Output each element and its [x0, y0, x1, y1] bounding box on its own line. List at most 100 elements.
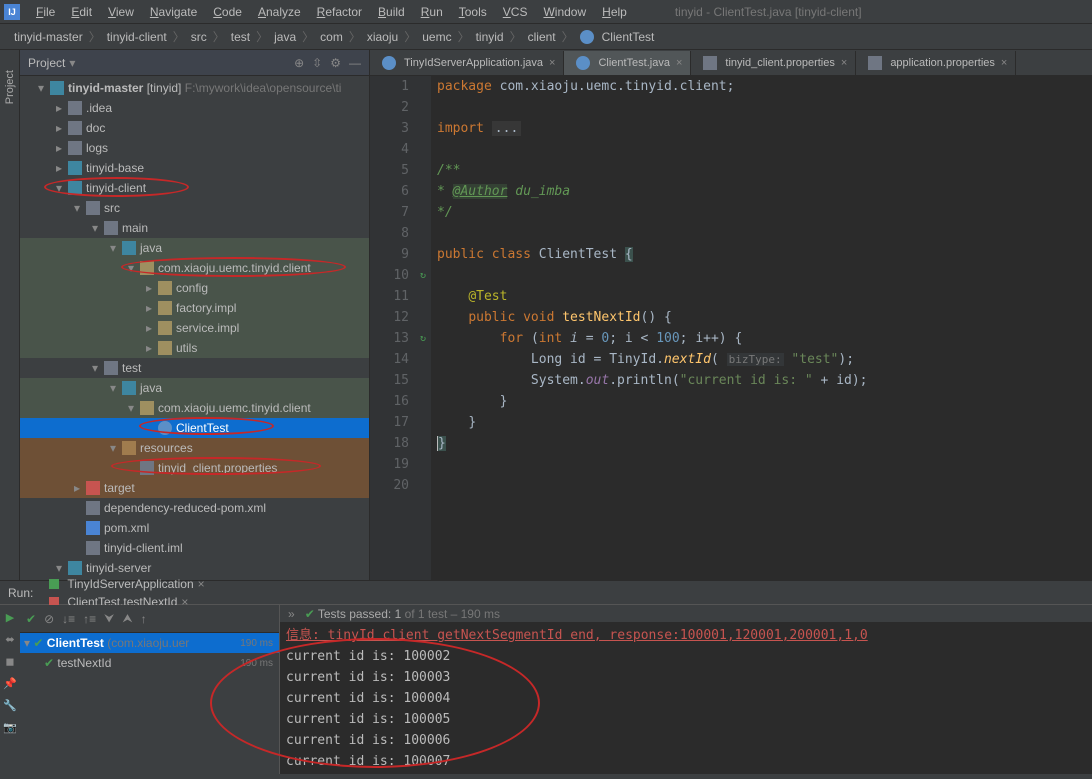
sort-icon[interactable]: ↓≡: [62, 612, 75, 626]
tab-label: tinyid_client.properties: [725, 57, 834, 69]
run-icon[interactable]: ▶: [2, 609, 18, 625]
crumb-0[interactable]: tinyid-master: [10, 30, 87, 44]
up-icon[interactable]: ↑: [141, 612, 147, 626]
menu-navigate[interactable]: Navigate: [142, 3, 205, 21]
menu-file[interactable]: File: [28, 3, 63, 21]
noentry-icon[interactable]: ⊘: [44, 612, 54, 626]
project-tree[interactable]: ▾ tinyid-master [tinyid] F:\mywork\idea\…: [20, 76, 369, 580]
locate-icon[interactable]: ⊕: [294, 56, 304, 70]
code[interactable]: package com.xiaoju.uemc.tinyid.client; i…: [431, 76, 1092, 580]
tree-item-15[interactable]: ▾com.xiaoju.uemc.tinyid.client: [20, 398, 369, 418]
crumb-2[interactable]: src: [187, 30, 211, 44]
menu-tools[interactable]: Tools: [451, 3, 495, 21]
console-line: current id is: 100002: [286, 646, 1086, 667]
crumb-7[interactable]: uemc: [418, 30, 455, 44]
editor-tab-3[interactable]: application.properties ×: [856, 51, 1016, 75]
tree-item-8[interactable]: ▾com.xiaoju.uemc.tinyid.client: [20, 258, 369, 278]
crumb-3[interactable]: test: [227, 30, 254, 44]
tab-label: application.properties: [890, 57, 995, 69]
debug-icon[interactable]: ⬌: [2, 631, 18, 647]
crumb-6[interactable]: xiaoju: [363, 30, 402, 44]
tree-item-16[interactable]: ClientTest: [20, 418, 369, 438]
tree-label: service.impl: [176, 321, 239, 335]
camera-icon[interactable]: 📷: [2, 719, 18, 735]
close-icon[interactable]: ×: [549, 57, 555, 69]
console-line: current id is: 100005: [286, 709, 1086, 730]
crumb-10[interactable]: ClientTest: [598, 30, 659, 44]
chev-icon[interactable]: »: [288, 607, 295, 621]
expand-icon[interactable]: ⮟: [104, 611, 114, 626]
close-icon[interactable]: ×: [841, 57, 847, 69]
tree-label: pom.xml: [104, 521, 149, 535]
close-icon[interactable]: ×: [198, 577, 205, 591]
stop-icon[interactable]: ◼: [2, 653, 18, 669]
crumb-5[interactable]: com: [316, 30, 347, 44]
tree-item-13[interactable]: ▾test: [20, 358, 369, 378]
close-icon[interactable]: ×: [676, 57, 682, 69]
root-name: tinyid-master: [68, 81, 143, 95]
sort2-icon[interactable]: ↑≡: [83, 612, 96, 626]
editor-tab-0[interactable]: TinyIdServerApplication.java×: [370, 51, 564, 75]
crumb-4[interactable]: java: [270, 30, 300, 44]
editor-tabs: TinyIdServerApplication.java×ClientTest.…: [370, 50, 1092, 76]
menu-analyze[interactable]: Analyze: [250, 3, 309, 21]
project-header-label[interactable]: Project: [28, 56, 65, 70]
tree-item-22[interactable]: tinyid-client.iml: [20, 538, 369, 558]
editor-tab-1[interactable]: ClientTest.java×: [564, 51, 691, 75]
tree-root[interactable]: ▾ tinyid-master [tinyid] F:\mywork\idea\…: [20, 78, 369, 98]
tree-item-14[interactable]: ▾java: [20, 378, 369, 398]
menu-window[interactable]: Window: [535, 3, 594, 21]
console-line: current id is: 100003: [286, 667, 1086, 688]
tree-item-18[interactable]: tinyid_client.properties: [20, 458, 369, 478]
menu-view[interactable]: View: [100, 3, 142, 21]
tree-item-2[interactable]: ▸logs: [20, 138, 369, 158]
test-row-root[interactable]: ▾ ✔ ClientTest (com.xiaoju.uer190 ms: [20, 633, 279, 653]
tab-icon: [868, 56, 882, 70]
pin-icon[interactable]: 📌: [2, 675, 18, 691]
menu-build[interactable]: Build: [370, 3, 413, 21]
tree-item-11[interactable]: ▸service.impl: [20, 318, 369, 338]
tree-item-7[interactable]: ▾java: [20, 238, 369, 258]
menu-edit[interactable]: Edit: [63, 3, 100, 21]
close-icon[interactable]: ×: [1001, 57, 1007, 69]
project-panel: Project ▾ ⊕ ⇳ ⚙ — ▾ tinyid-master [tinyi…: [20, 50, 370, 580]
wrench-icon[interactable]: 🔧: [2, 697, 18, 713]
tree-item-1[interactable]: ▸doc: [20, 118, 369, 138]
tree-item-9[interactable]: ▸config: [20, 278, 369, 298]
console-output[interactable]: 信息: tinyId client getNextSegmentId end, …: [280, 623, 1092, 774]
tree-item-23[interactable]: ▾tinyid-server: [20, 558, 369, 578]
crumb-1[interactable]: tinyid-client: [103, 30, 171, 44]
settings-icon[interactable]: ⚙: [330, 56, 341, 70]
tree-label: tinyid_client.properties: [158, 461, 277, 475]
hide-icon[interactable]: —: [349, 56, 361, 70]
project-tool-button[interactable]: Project: [4, 70, 16, 104]
test-row-child[interactable]: ✔ testNextId190 ms: [20, 653, 279, 673]
tree-item-6[interactable]: ▾main: [20, 218, 369, 238]
tree-item-4[interactable]: ▾tinyid-client: [20, 178, 369, 198]
tree-label: dependency-reduced-pom.xml: [104, 501, 266, 515]
menu-run[interactable]: Run: [413, 3, 451, 21]
editor-tab-2[interactable]: tinyid_client.properties ×: [691, 51, 856, 75]
tree-item-20[interactable]: dependency-reduced-pom.xml: [20, 498, 369, 518]
check-icon[interactable]: ✔: [26, 612, 36, 626]
code-editor[interactable]: 1234567891011121314151617181920 ↻↻ packa…: [370, 76, 1092, 580]
tree-item-21[interactable]: pom.xml: [20, 518, 369, 538]
tree-item-10[interactable]: ▸factory.impl: [20, 298, 369, 318]
run-test-tree[interactable]: ▾ ✔ ClientTest (com.xiaoju.uer190 ms ✔ t…: [20, 633, 279, 774]
tests-status-bar: » ✔ Tests passed: 1 of 1 test – 190 ms: [280, 605, 1092, 623]
menu-help[interactable]: Help: [594, 3, 635, 21]
collapse-icon[interactable]: ⮝: [122, 611, 132, 626]
menu-refactor[interactable]: Refactor: [309, 3, 370, 21]
collapse-icon[interactable]: ⇳: [312, 56, 322, 70]
crumb-8[interactable]: tinyid: [472, 30, 508, 44]
tree-label: test: [122, 361, 141, 375]
tree-item-19[interactable]: ▸target: [20, 478, 369, 498]
tree-item-12[interactable]: ▸utils: [20, 338, 369, 358]
menu-code[interactable]: Code: [205, 3, 250, 21]
tree-item-5[interactable]: ▾src: [20, 198, 369, 218]
tree-item-0[interactable]: ▸.idea: [20, 98, 369, 118]
tree-item-17[interactable]: ▾resources: [20, 438, 369, 458]
tree-item-3[interactable]: ▸tinyid-base: [20, 158, 369, 178]
menu-vcs[interactable]: VCS: [495, 3, 536, 21]
crumb-9[interactable]: client: [524, 30, 560, 44]
